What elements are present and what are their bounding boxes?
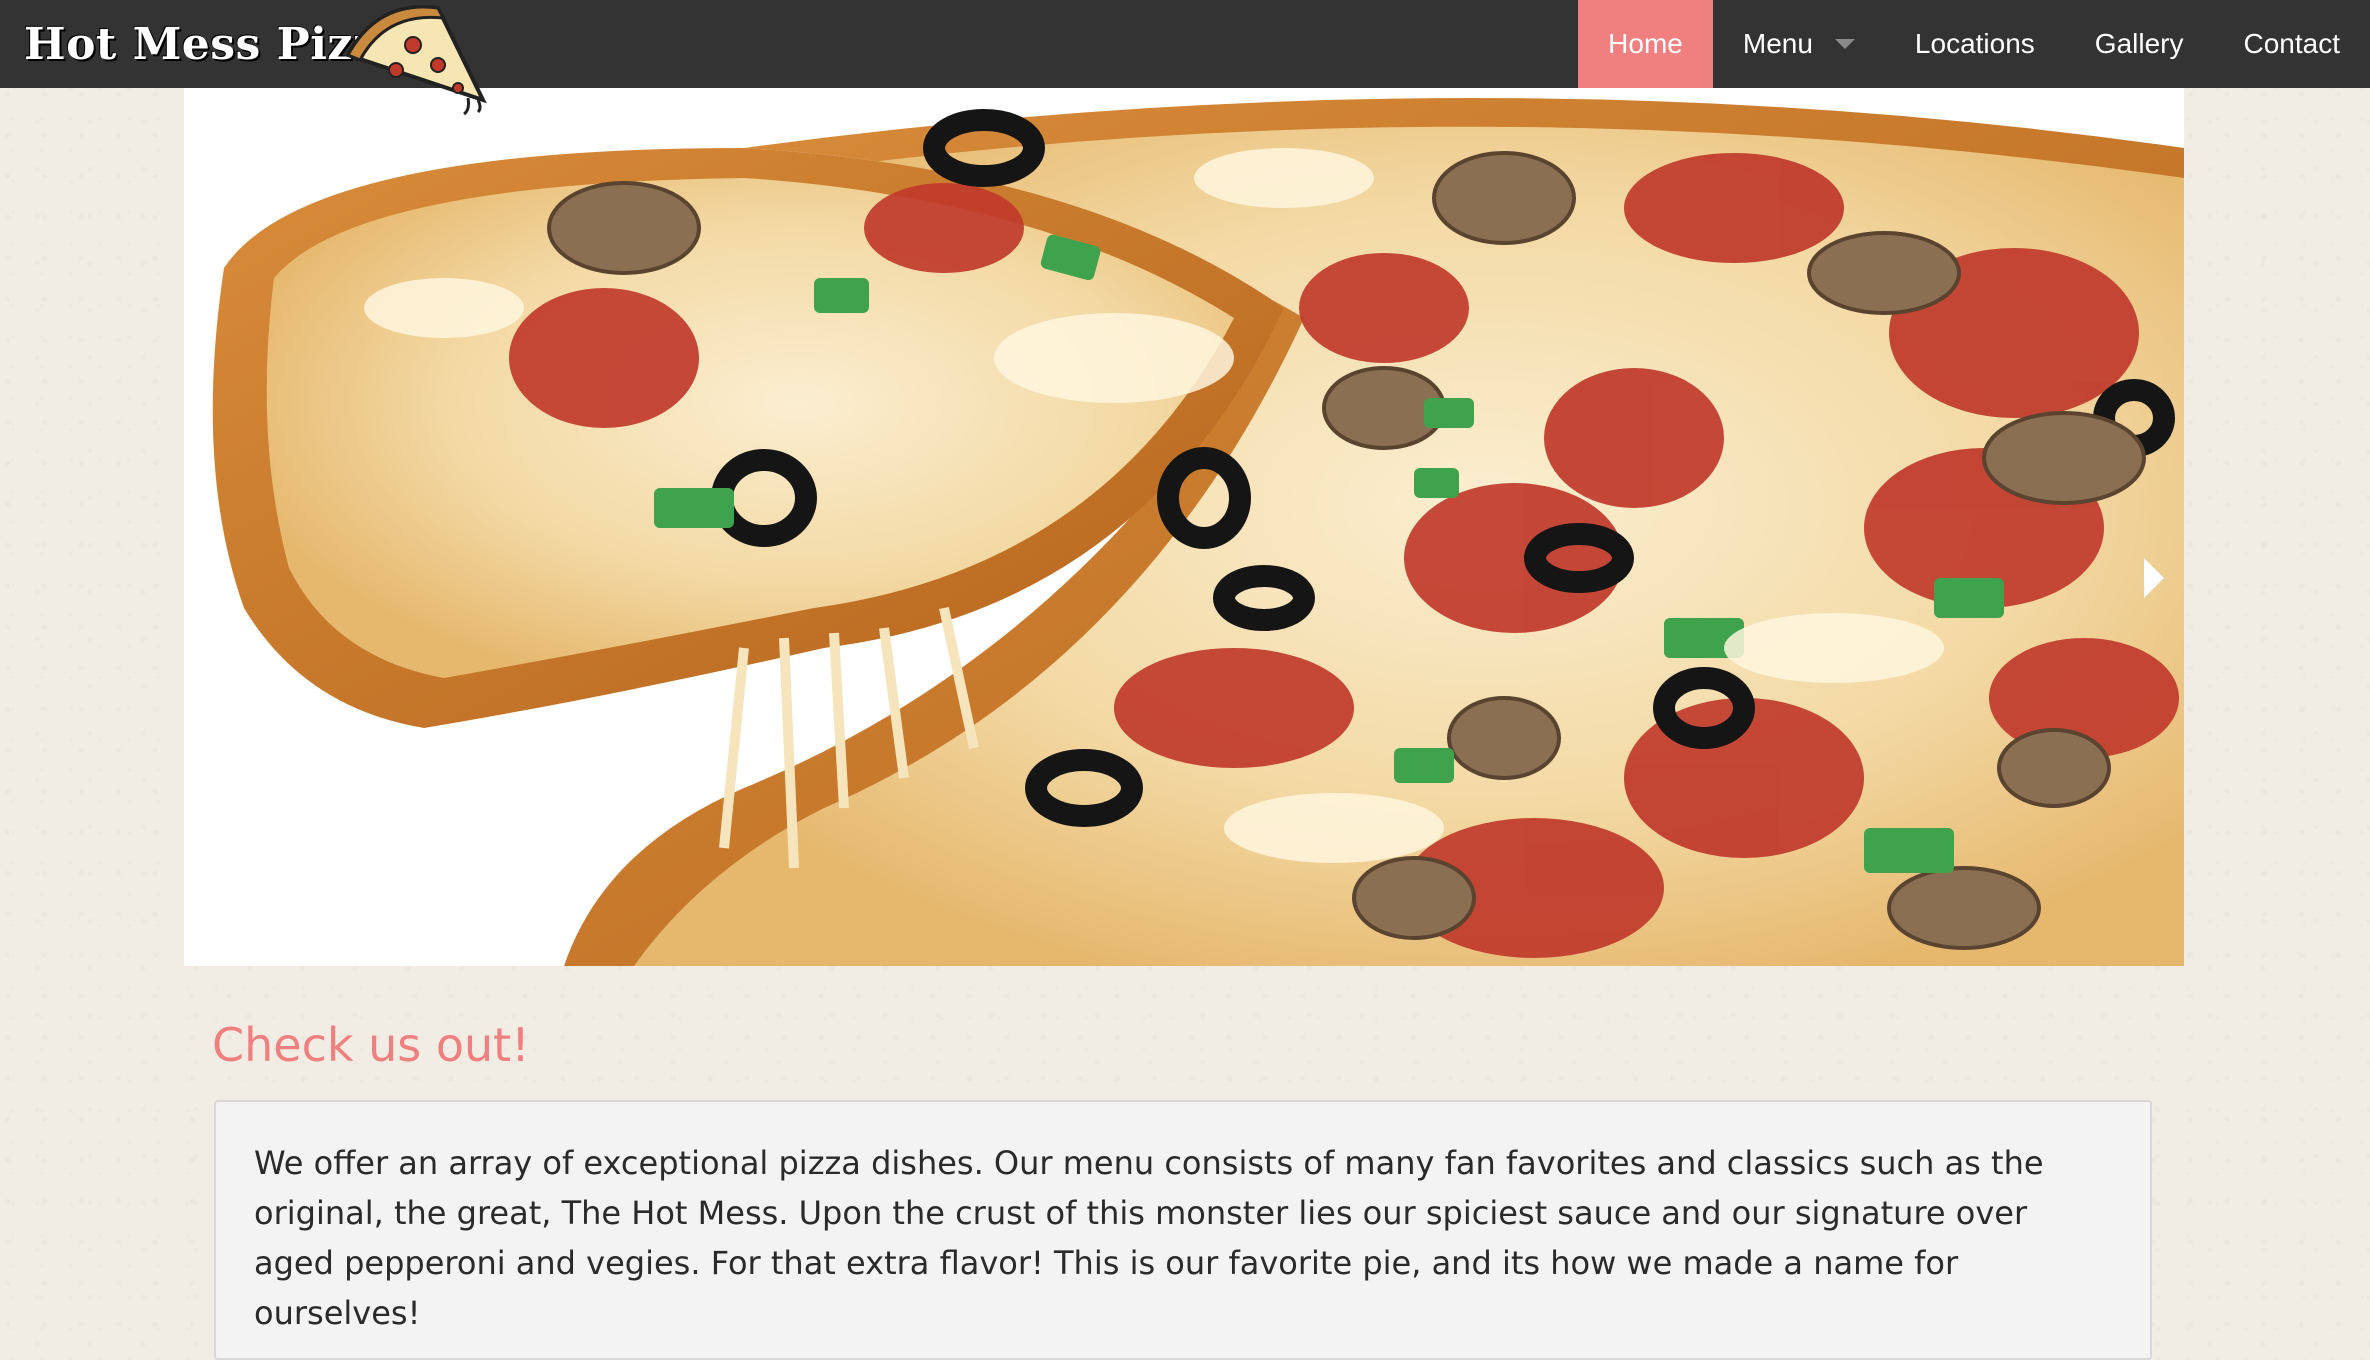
nav-home-label: Home [1608, 28, 1683, 60]
main-nav: Home Menu Locations Gallery Contact [1578, 0, 2370, 88]
nav-menu[interactable]: Menu [1713, 0, 1885, 88]
nav-menu-label: Menu [1743, 28, 1813, 60]
nav-gallery-label: Gallery [2095, 28, 2184, 60]
pizza-slice-icon[interactable] [318, 0, 498, 116]
intro-card: We offer an array of exceptional pizza d… [214, 1100, 2152, 1360]
pizza-photo [184, 88, 2184, 966]
arrow-right-icon[interactable] [2144, 558, 2164, 598]
nav-contact[interactable]: Contact [2214, 0, 2370, 88]
nav-locations-label: Locations [1915, 28, 2035, 60]
nav-home[interactable]: Home [1578, 0, 1713, 88]
intro-text: We offer an array of exceptional pizza d… [254, 1138, 2112, 1338]
top-navigation-bar: Hot Mess Pizza Home Menu Locations Galle… [0, 0, 2370, 88]
nav-locations[interactable]: Locations [1885, 0, 2065, 88]
chevron-down-icon [1835, 39, 1855, 49]
nav-contact-label: Contact [2244, 28, 2341, 60]
arrow-left-icon[interactable] [204, 558, 224, 598]
section-title: Check us out! [212, 1018, 530, 1072]
nav-gallery[interactable]: Gallery [2065, 0, 2214, 88]
hero-carousel [184, 88, 2184, 966]
